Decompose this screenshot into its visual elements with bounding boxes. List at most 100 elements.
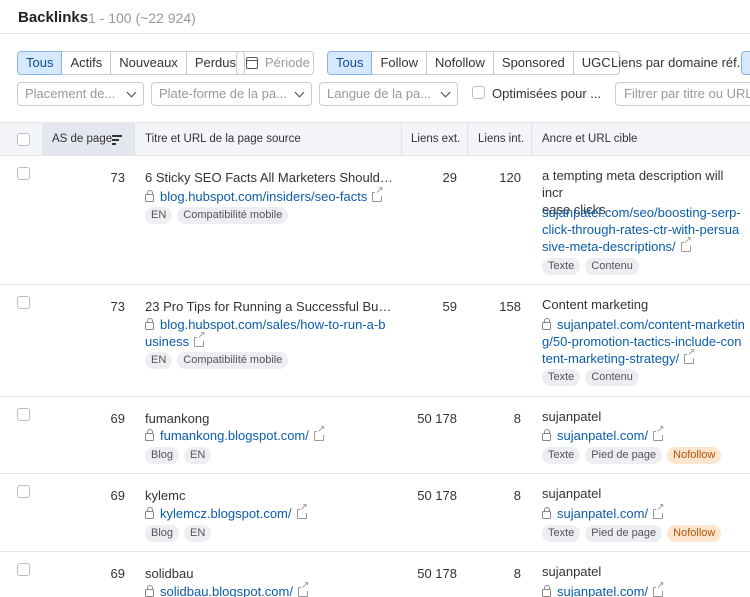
tag-mobile: Compatibilité mobile bbox=[177, 207, 289, 224]
external-link-icon[interactable] bbox=[297, 581, 310, 597]
source-url-link[interactable]: fumankong.blogspot.com/ bbox=[145, 425, 326, 444]
row-checkbox[interactable] bbox=[17, 167, 30, 180]
table-row: 69 fumankong fumankong.blogspot.com/ Blo… bbox=[0, 397, 750, 474]
lock-icon bbox=[145, 507, 154, 519]
source-url-link[interactable]: kylemcz.blogspot.com/ bbox=[145, 503, 308, 522]
column-int-links[interactable]: Liens int. bbox=[478, 123, 524, 156]
links-per-domain-toggle[interactable] bbox=[741, 51, 750, 75]
language-placeholder: Langue de la pa... bbox=[327, 86, 432, 101]
column-anchor[interactable]: Ancre et URL cible bbox=[542, 123, 637, 156]
external-link-icon[interactable] bbox=[372, 186, 384, 202]
page-as-value: 69 bbox=[110, 488, 125, 503]
table-row: 73 6 Sticky SEO Facts All Marketers Shou… bbox=[0, 156, 750, 285]
filter-all-button[interactable]: Tous bbox=[17, 51, 63, 75]
links-per-domain-label: Liens par domaine réf. bbox=[611, 55, 741, 70]
target-url-link[interactable]: sujanpatel.com/content-marketin g/50-pro… bbox=[542, 316, 750, 367]
select-all-checkbox[interactable] bbox=[17, 133, 30, 146]
filter-new-button[interactable]: Nouveaux bbox=[110, 51, 187, 75]
source-tags: Blog EN bbox=[145, 447, 212, 464]
tag-type: Texte bbox=[542, 447, 581, 464]
calendar-icon bbox=[246, 57, 258, 69]
column-as[interactable]: AS de page bbox=[52, 123, 112, 156]
tag-position: Contenu bbox=[585, 369, 639, 386]
external-link-icon[interactable] bbox=[296, 503, 308, 519]
link-sponsored-button[interactable]: Sponsored bbox=[492, 51, 574, 75]
filter-active-button[interactable]: Actifs bbox=[61, 51, 112, 75]
target-url-link[interactable]: sujanpatel.com/seo/boosting-serp- click-… bbox=[542, 204, 747, 255]
row-checkbox[interactable] bbox=[17, 563, 30, 576]
period-button[interactable]: Période bbox=[236, 51, 314, 75]
sort-desc-icon[interactable] bbox=[112, 135, 122, 145]
tag-nofollow: Nofollow bbox=[667, 447, 722, 464]
column-divider bbox=[401, 123, 402, 156]
page-title: Backlinks bbox=[18, 9, 89, 26]
target-url-link[interactable]: sujanpatel.com/ bbox=[542, 425, 665, 444]
source-tags: EN Compatibilité mobile bbox=[145, 207, 289, 224]
table-row: 69 kylemc kylemcz.blogspot.com/ Blog EN … bbox=[0, 474, 750, 552]
lock-icon bbox=[542, 507, 551, 519]
result-count: 1 - 100 (~22 924) bbox=[88, 10, 196, 26]
placement-dropdown[interactable]: Placement de... bbox=[17, 82, 144, 106]
external-link-icon[interactable] bbox=[684, 348, 696, 364]
chevron-down-icon bbox=[126, 87, 137, 98]
lock-icon bbox=[145, 318, 154, 330]
title-url-filter-input[interactable]: Filtrer par titre ou URL bbox=[615, 82, 750, 106]
tag-mobile: Compatibilité mobile bbox=[177, 352, 289, 369]
optimized-checkbox[interactable] bbox=[472, 86, 485, 99]
page-as-value: 69 bbox=[110, 566, 125, 581]
source-url-link[interactable]: blog.hubspot.com/sales/how-to-run-a-b us… bbox=[145, 316, 395, 350]
int-links-value: 8 bbox=[513, 566, 521, 581]
ext-links-value: 50 178 bbox=[417, 488, 457, 503]
anchor-text: sujanpatel bbox=[542, 409, 602, 424]
int-links-value: 120 bbox=[499, 170, 521, 185]
tag-language: EN bbox=[184, 525, 212, 542]
external-link-icon[interactable] bbox=[653, 581, 665, 597]
table-row: 69 solidbau solidbau.blogspot.com/ 50 17… bbox=[0, 552, 750, 597]
source-title: fumankong bbox=[145, 411, 210, 426]
link-nofollow-button[interactable]: Nofollow bbox=[426, 51, 494, 75]
period-label: Période bbox=[265, 55, 310, 70]
column-divider bbox=[531, 123, 532, 156]
link-attribute-filter: Tous Follow Nofollow Sponsored UGC bbox=[327, 51, 620, 75]
external-link-icon[interactable] bbox=[194, 331, 206, 347]
lock-icon bbox=[542, 318, 551, 330]
platform-placeholder: Plate-forme de la pa... bbox=[159, 86, 287, 101]
table-row: 73 23 Pro Tips for Running a Successful … bbox=[0, 285, 750, 397]
language-dropdown[interactable]: Langue de la pa... bbox=[319, 82, 458, 106]
target-url-link[interactable]: sujanpatel.com/ bbox=[542, 581, 665, 597]
anchor-text: sujanpatel bbox=[542, 486, 602, 501]
external-link-icon[interactable] bbox=[680, 236, 693, 252]
column-title[interactable]: Titre et URL de la page source bbox=[145, 123, 301, 156]
platform-dropdown[interactable]: Plate-forme de la pa... bbox=[151, 82, 312, 106]
ext-links-value: 50 178 bbox=[417, 411, 457, 426]
column-ext-links[interactable]: Liens ext. bbox=[411, 123, 460, 156]
tag-position: Contenu bbox=[585, 258, 639, 275]
column-divider bbox=[134, 123, 135, 156]
column-divider bbox=[467, 123, 468, 156]
chevron-down-icon bbox=[440, 87, 451, 98]
placement-placeholder: Placement de... bbox=[25, 86, 116, 101]
row-checkbox[interactable] bbox=[17, 296, 30, 309]
table-header: AS de page Titre et URL de la page sourc… bbox=[0, 122, 750, 156]
tag-type: Texte bbox=[542, 258, 581, 275]
ext-links-value: 50 178 bbox=[417, 566, 457, 581]
row-checkbox[interactable] bbox=[17, 485, 30, 498]
target-tags: Texte Contenu bbox=[542, 369, 639, 386]
page-as-value: 69 bbox=[110, 411, 125, 426]
int-links-value: 8 bbox=[513, 488, 521, 503]
source-title: solidbau bbox=[145, 566, 194, 581]
int-links-value: 8 bbox=[513, 411, 521, 426]
external-link-icon[interactable] bbox=[313, 425, 326, 441]
source-url-link[interactable]: solidbau.blogspot.com/ bbox=[145, 581, 310, 597]
tag-type: Texte bbox=[542, 525, 581, 542]
source-url-link[interactable]: blog.hubspot.com/insiders/seo-facts bbox=[145, 186, 384, 205]
backlink-type-filter: Tous Actifs Nouveaux Perdus bbox=[17, 51, 246, 75]
target-url-link[interactable]: sujanpatel.com/ bbox=[542, 503, 665, 522]
link-all-button[interactable]: Tous bbox=[327, 51, 373, 75]
external-link-icon[interactable] bbox=[653, 503, 665, 519]
link-follow-button[interactable]: Follow bbox=[371, 51, 428, 75]
tag-type: Texte bbox=[542, 369, 581, 386]
row-checkbox[interactable] bbox=[17, 408, 30, 421]
external-link-icon[interactable] bbox=[653, 425, 665, 441]
source-tags: EN Compatibilité mobile bbox=[145, 352, 289, 369]
